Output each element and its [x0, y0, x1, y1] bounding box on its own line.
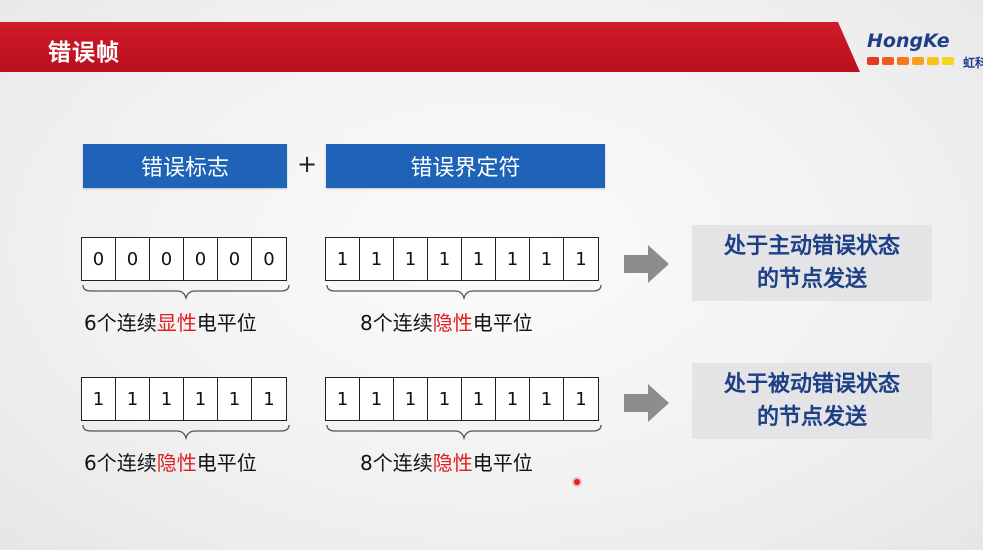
- logo-dot: [927, 57, 939, 65]
- bit-cell: 1: [575, 388, 587, 410]
- brace-flag-row1: [82, 284, 290, 301]
- error-flag-box: 错误标志: [83, 144, 287, 188]
- bit-cell: 0: [263, 248, 275, 270]
- caption-prefix: 6个连续: [84, 311, 157, 335]
- flag-caption-row2: 6个连续隐性电平位: [84, 447, 257, 476]
- bit-cell: 0: [116, 238, 150, 280]
- bit-cell: 1: [326, 378, 360, 420]
- delimiter-caption-row2: 8个连续隐性电平位: [360, 447, 533, 476]
- caption-prefix: 6个连续: [84, 451, 157, 475]
- caption-highlight: 隐性: [432, 451, 473, 475]
- delimiter-bits-row2: 1 1 1 1 1 1 1 1: [325, 377, 599, 421]
- bit-cell: 1: [360, 378, 394, 420]
- caption-prefix: 8个连续: [360, 451, 433, 475]
- caption-suffix: 电平位: [196, 451, 257, 475]
- brace-delimiter-row1: [326, 284, 602, 301]
- caption-highlight: 显性: [156, 311, 197, 335]
- bit-cell: 1: [394, 378, 428, 420]
- bit-cell: 1: [496, 238, 530, 280]
- caption-suffix: 电平位: [472, 311, 533, 335]
- caption-suffix: 电平位: [472, 451, 533, 475]
- bit-cell: 1: [496, 378, 530, 420]
- bit-cell: 1: [218, 378, 252, 420]
- bit-cell: 1: [530, 238, 564, 280]
- bit-cell: 1: [394, 238, 428, 280]
- arrow-right-icon: [624, 245, 669, 283]
- flag-bits-row2: 1 1 1 1 1 1: [81, 377, 287, 421]
- flag-bits-row1: 0 0 0 0 0 0: [81, 237, 287, 281]
- bit-cell: 0: [82, 238, 116, 280]
- arrow-right-icon: [624, 384, 669, 422]
- logo-text: HongKe: [867, 30, 950, 52]
- bit-cell: 1: [116, 378, 150, 420]
- logo-dot: [882, 57, 894, 65]
- state-box-active: 处于主动错误状态 的节点发送: [692, 225, 932, 301]
- bit-cell: 1: [462, 238, 496, 280]
- bit-cell: 1: [184, 378, 218, 420]
- state-line2: 的节点发送: [756, 405, 867, 430]
- brace-flag-row2: [82, 424, 290, 441]
- bit-cell: 0: [218, 238, 252, 280]
- logo-dots: [867, 57, 954, 65]
- bit-cell: 1: [575, 248, 587, 270]
- caption-suffix: 电平位: [196, 311, 257, 335]
- logo-sub: 虹科: [963, 56, 983, 70]
- page-title: 错误帧: [48, 40, 120, 66]
- logo-dot: [897, 57, 909, 65]
- hongke-logo: HongKe 虹科: [845, 26, 983, 72]
- logo-dot: [912, 57, 924, 65]
- delimiter-bits-row1: 1 1 1 1 1 1 1 1: [325, 237, 599, 281]
- state-line1: 处于被动错误状态: [723, 372, 900, 397]
- state-box-passive: 处于被动错误状态 的节点发送: [692, 363, 932, 439]
- logo-dot: [867, 57, 879, 65]
- bit-cell: 1: [530, 378, 564, 420]
- error-delimiter-box: 错误界定符: [326, 144, 605, 188]
- bit-cell: 1: [428, 238, 462, 280]
- delimiter-caption-row1: 8个连续隐性电平位: [360, 307, 533, 336]
- bit-cell: 1: [462, 378, 496, 420]
- logo-dot: [942, 57, 954, 65]
- header-bar: [0, 22, 860, 72]
- bit-cell: 1: [82, 378, 116, 420]
- bit-cell: 1: [263, 388, 275, 410]
- caption-highlight: 隐性: [156, 451, 197, 475]
- caption-highlight: 隐性: [432, 311, 473, 335]
- bit-cell: 1: [326, 238, 360, 280]
- plus-sign: +: [297, 150, 318, 178]
- pointer-dot: [574, 479, 580, 485]
- bit-cell: 1: [360, 238, 394, 280]
- bit-cell: 1: [150, 378, 184, 420]
- flag-caption-row1: 6个连续显性电平位: [84, 307, 257, 336]
- brace-delimiter-row2: [326, 424, 602, 441]
- state-line1: 处于主动错误状态: [723, 234, 900, 259]
- bit-cell: 0: [150, 238, 184, 280]
- bit-cell: 1: [428, 378, 462, 420]
- caption-prefix: 8个连续: [360, 311, 433, 335]
- state-line2: 的节点发送: [756, 267, 867, 292]
- bit-cell: 0: [184, 238, 218, 280]
